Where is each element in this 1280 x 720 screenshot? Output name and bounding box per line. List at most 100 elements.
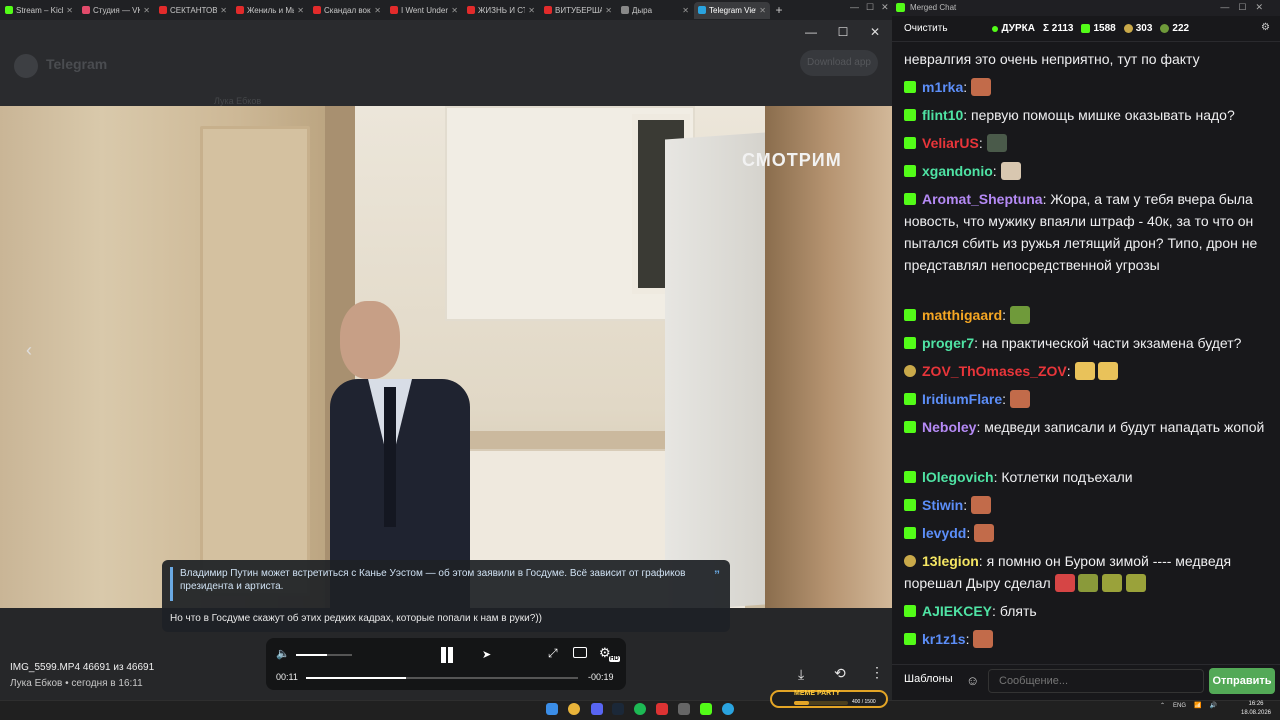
close-icon[interactable]: ✕	[759, 6, 766, 15]
emoji-icon[interactable]: ☺	[966, 673, 979, 688]
chat-username[interactable]: xgandonio	[922, 163, 993, 179]
download-icon[interactable]: ⤓	[798, 666, 804, 683]
close-icon[interactable]: ✕	[220, 6, 227, 15]
chat-message[interactable]: 13legion: я помню он Буром зимой ---- ме…	[904, 550, 1276, 594]
browser-tab[interactable]: ВИТУБЕРША К✕	[540, 2, 616, 19]
fullscreen-icon[interactable]: ⤢	[548, 646, 558, 661]
browser-tab[interactable]: I Went Underc ✕	[386, 2, 462, 19]
close-icon[interactable]: ✕	[297, 6, 304, 15]
chat-message-list[interactable]: невралгия это очень неприятно, тут по фа…	[892, 42, 1280, 664]
chat-username[interactable]: VeliarUS	[922, 135, 979, 151]
taskbar-clock[interactable]: 16:26 18.08.2026	[1236, 700, 1276, 718]
stat-kick-value: 1588	[1093, 23, 1116, 34]
new-tab-button[interactable]: +	[770, 3, 788, 17]
chat-username[interactable]: Aromat_Sheptuna	[922, 191, 1043, 207]
chat-username[interactable]: ZOV_ThOmases_ZOV	[922, 363, 1067, 379]
chat-message[interactable]: kr1z1s:	[904, 628, 1276, 650]
chat-message[interactable]: levydd:	[904, 522, 1276, 544]
chat-message[interactable]: flint10: первую помощь мишке оказывать н…	[904, 104, 1276, 126]
video-frame[interactable]: СМОТРИМ	[0, 106, 892, 608]
app-icon[interactable]	[656, 703, 668, 715]
stat-total-value: Σ 2113	[1043, 23, 1074, 34]
download-app-button[interactable]: Download app	[800, 50, 878, 76]
close-icon[interactable]: ✕	[374, 6, 381, 15]
chat-username[interactable]: Neboley	[922, 419, 976, 435]
system-tray[interactable]: ⌃ ENG 📶 🔊	[1160, 702, 1217, 710]
telegram-icon[interactable]	[722, 703, 734, 715]
chat-username[interactable]: 13legion	[922, 553, 979, 569]
clear-chat-button[interactable]: Очистить	[898, 21, 954, 36]
start-icon[interactable]	[546, 703, 558, 715]
chat-message[interactable]: Aromat_Sheptuna: Жора, а там у тебя вчер…	[904, 188, 1276, 276]
volume-icon[interactable]: 🔈	[276, 647, 290, 660]
browser-tab[interactable]: Stream – Kick B✕	[1, 2, 77, 19]
chevron-up-icon[interactable]: ⌃	[1160, 702, 1165, 709]
browser-window-controls[interactable]: —☐✕	[850, 2, 896, 13]
chat-message[interactable]: proger7: на практической части экзамена …	[904, 332, 1276, 354]
chat-message[interactable]: xgandonio:	[904, 160, 1276, 182]
telegram-header-dimmed: Telegram Download app Лука Ебков	[0, 20, 892, 106]
chat-message-text: Котлетки подъехали	[1001, 469, 1133, 485]
chat-username[interactable]: m1rka	[922, 79, 963, 95]
browser-tab[interactable]: Дырa ✕	[617, 2, 693, 19]
more-vertical-icon[interactable]: ⋮	[870, 664, 884, 681]
chat-username[interactable]: IridiumFlare	[922, 391, 1002, 407]
kick-badge-icon	[904, 633, 916, 645]
wifi-icon[interactable]: 📶	[1194, 702, 1201, 709]
send-button[interactable]: Отправить	[1209, 668, 1275, 694]
message-input[interactable]	[988, 669, 1204, 693]
kick-icon[interactable]	[700, 703, 712, 715]
chat-username[interactable]: lOlegovich	[922, 469, 994, 485]
chat-username[interactable]: Stiwin	[922, 497, 963, 513]
browser-tab[interactable]: СЕКТАНТОВ ТЕ✕	[155, 2, 231, 19]
chat-message[interactable]: VeliarUS:	[904, 132, 1276, 154]
templates-button[interactable]: Шаблоны	[904, 673, 953, 685]
close-icon[interactable]: ✕	[864, 24, 886, 40]
close-icon[interactable]: ✕	[66, 6, 73, 15]
chat-message[interactable]: m1rka:	[904, 76, 1276, 98]
chat-message[interactable]: ZOV_ThOmases_ZOV:	[904, 360, 1276, 382]
browser-tab[interactable]: Жениль и Мыд✕	[232, 2, 308, 19]
chat-message[interactable]: AJIEKCEY: блять	[904, 600, 1276, 622]
kick-badge-icon	[904, 499, 916, 511]
chat-message[interactable]: Neboley: медведи записали и будут напада…	[904, 416, 1276, 438]
chrome-icon[interactable]	[568, 703, 580, 715]
browser-tab[interactable]: ЖИЗНЬ И СТР✕	[463, 2, 539, 19]
chat-message[interactable]: невралгия это очень неприятно, тут по фа…	[904, 48, 1276, 70]
pause-button[interactable]	[439, 647, 455, 663]
close-icon[interactable]: ✕	[143, 6, 150, 15]
emote-icon	[1054, 574, 1075, 592]
chevron-left-icon[interactable]: ‹	[26, 340, 32, 361]
chat-username[interactable]: levydd	[922, 525, 966, 541]
chat-message[interactable]: lOlegovich: Котлетки подъехали	[904, 466, 1276, 488]
chat-message[interactable]: Stiwin:	[904, 494, 1276, 516]
browser-tab[interactable]: Telegram View ✕	[694, 1, 770, 19]
gear-icon[interactable]: ⚙	[1261, 22, 1270, 33]
maximize-icon[interactable]: ☐	[832, 24, 854, 40]
spotify-icon[interactable]	[634, 703, 646, 715]
close-icon[interactable]: ✕	[605, 6, 612, 15]
keyboard-language[interactable]: ENG	[1173, 703, 1186, 709]
chat-username[interactable]: matthigaard	[922, 307, 1002, 323]
close-icon[interactable]: ✕	[451, 6, 458, 15]
chat-message[interactable]: matthigaard:	[904, 304, 1276, 326]
steam-icon[interactable]	[612, 703, 624, 715]
hd-badge: HD	[609, 656, 620, 662]
chat-username[interactable]: kr1z1s	[922, 631, 966, 647]
rotate-icon[interactable]: ⟲	[834, 665, 846, 682]
username-colon: :	[974, 335, 982, 351]
chat-username[interactable]: proger7	[922, 335, 974, 351]
browser-tab[interactable]: Скандал вокру✕	[309, 2, 385, 19]
picture-in-picture-icon[interactable]	[573, 647, 587, 658]
chat-username[interactable]: flint10	[922, 107, 963, 123]
speaker-icon[interactable]: 🔊	[1210, 702, 1217, 709]
close-icon[interactable]: ✕	[682, 6, 689, 15]
app-icon[interactable]	[678, 703, 690, 715]
chat-message[interactable]: IridiumFlare:	[904, 388, 1276, 410]
discord-icon[interactable]	[591, 703, 603, 715]
close-icon[interactable]: ✕	[528, 6, 535, 15]
minimize-icon[interactable]: —	[800, 24, 822, 40]
chat-username[interactable]: AJIEKCEY	[922, 603, 992, 619]
chat-window-controls[interactable]: —☐✕	[1220, 2, 1272, 13]
browser-tab[interactable]: Студия — VK В✕	[78, 2, 154, 19]
